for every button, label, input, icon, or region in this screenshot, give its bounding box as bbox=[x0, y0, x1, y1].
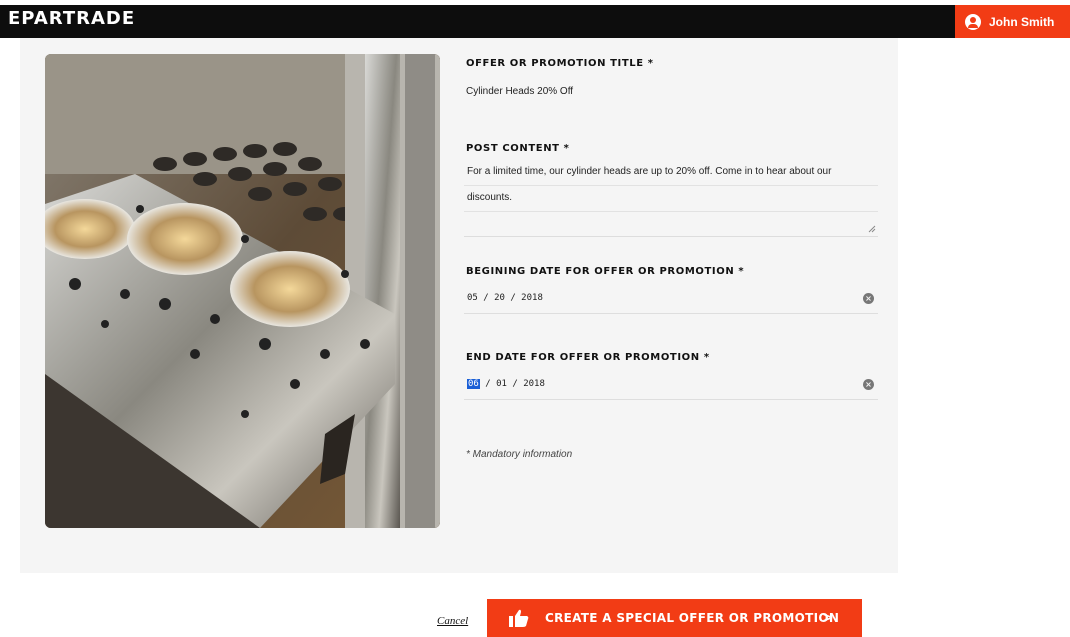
photo-illustration bbox=[45, 54, 440, 528]
begin-date-value: 05 / 20 / 2018 bbox=[467, 293, 543, 303]
user-name: John Smith bbox=[989, 14, 1055, 29]
cylinder-head-photo bbox=[45, 54, 440, 528]
post-content-textarea[interactable]: For a limited time, our cylinder heads a… bbox=[464, 161, 878, 237]
begin-date-label: BEGINING DATE FOR OFFER OR PROMOTION * bbox=[466, 266, 745, 277]
end-date-rest: / 01 / 2018 bbox=[485, 379, 545, 389]
begin-date-input[interactable]: 05 / 20 / 2018 × bbox=[464, 286, 878, 314]
end-date-input[interactable]: 06 / 01 / 2018 × bbox=[464, 372, 878, 400]
mandatory-note: * Mandatory information bbox=[466, 449, 573, 460]
cta-label: CREATE A SPECIAL OFFER OR PROMOTION bbox=[545, 611, 840, 625]
user-menu-button[interactable]: John Smith bbox=[955, 5, 1070, 38]
user-circle-icon bbox=[965, 13, 981, 30]
thumbs-up-icon bbox=[509, 609, 529, 627]
content-rule bbox=[464, 185, 878, 186]
clear-icon[interactable]: × bbox=[863, 379, 874, 390]
content-rule bbox=[464, 211, 878, 212]
content-line-2: discounts. bbox=[467, 192, 513, 203]
end-date-label: END DATE FOR OFFER OR PROMOTION * bbox=[466, 352, 710, 363]
top-strip bbox=[0, 0, 1070, 5]
title-field-value[interactable]: Cylinder Heads 20% Off bbox=[466, 86, 573, 97]
resize-handle-icon[interactable] bbox=[868, 225, 876, 233]
create-offer-button[interactable]: CREATE A SPECIAL OFFER OR PROMOTION > bbox=[487, 599, 862, 637]
content-line-1: For a limited time, our cylinder heads a… bbox=[467, 166, 832, 177]
chevron-right-icon: > bbox=[821, 610, 834, 626]
cancel-link[interactable]: Cancel bbox=[437, 615, 468, 627]
end-date-month-segment[interactable]: 06 bbox=[467, 379, 480, 389]
top-navigation-bar: EPARTRADE John Smith bbox=[0, 0, 1070, 38]
title-field-label: OFFER OR PROMOTION TITLE * bbox=[466, 58, 654, 69]
end-date-value: 06 / 01 / 2018 bbox=[467, 379, 545, 389]
content-field-label: POST CONTENT * bbox=[466, 143, 570, 154]
clear-icon[interactable]: × bbox=[863, 293, 874, 304]
epartrade-logo[interactable]: EPARTRADE bbox=[8, 8, 135, 29]
